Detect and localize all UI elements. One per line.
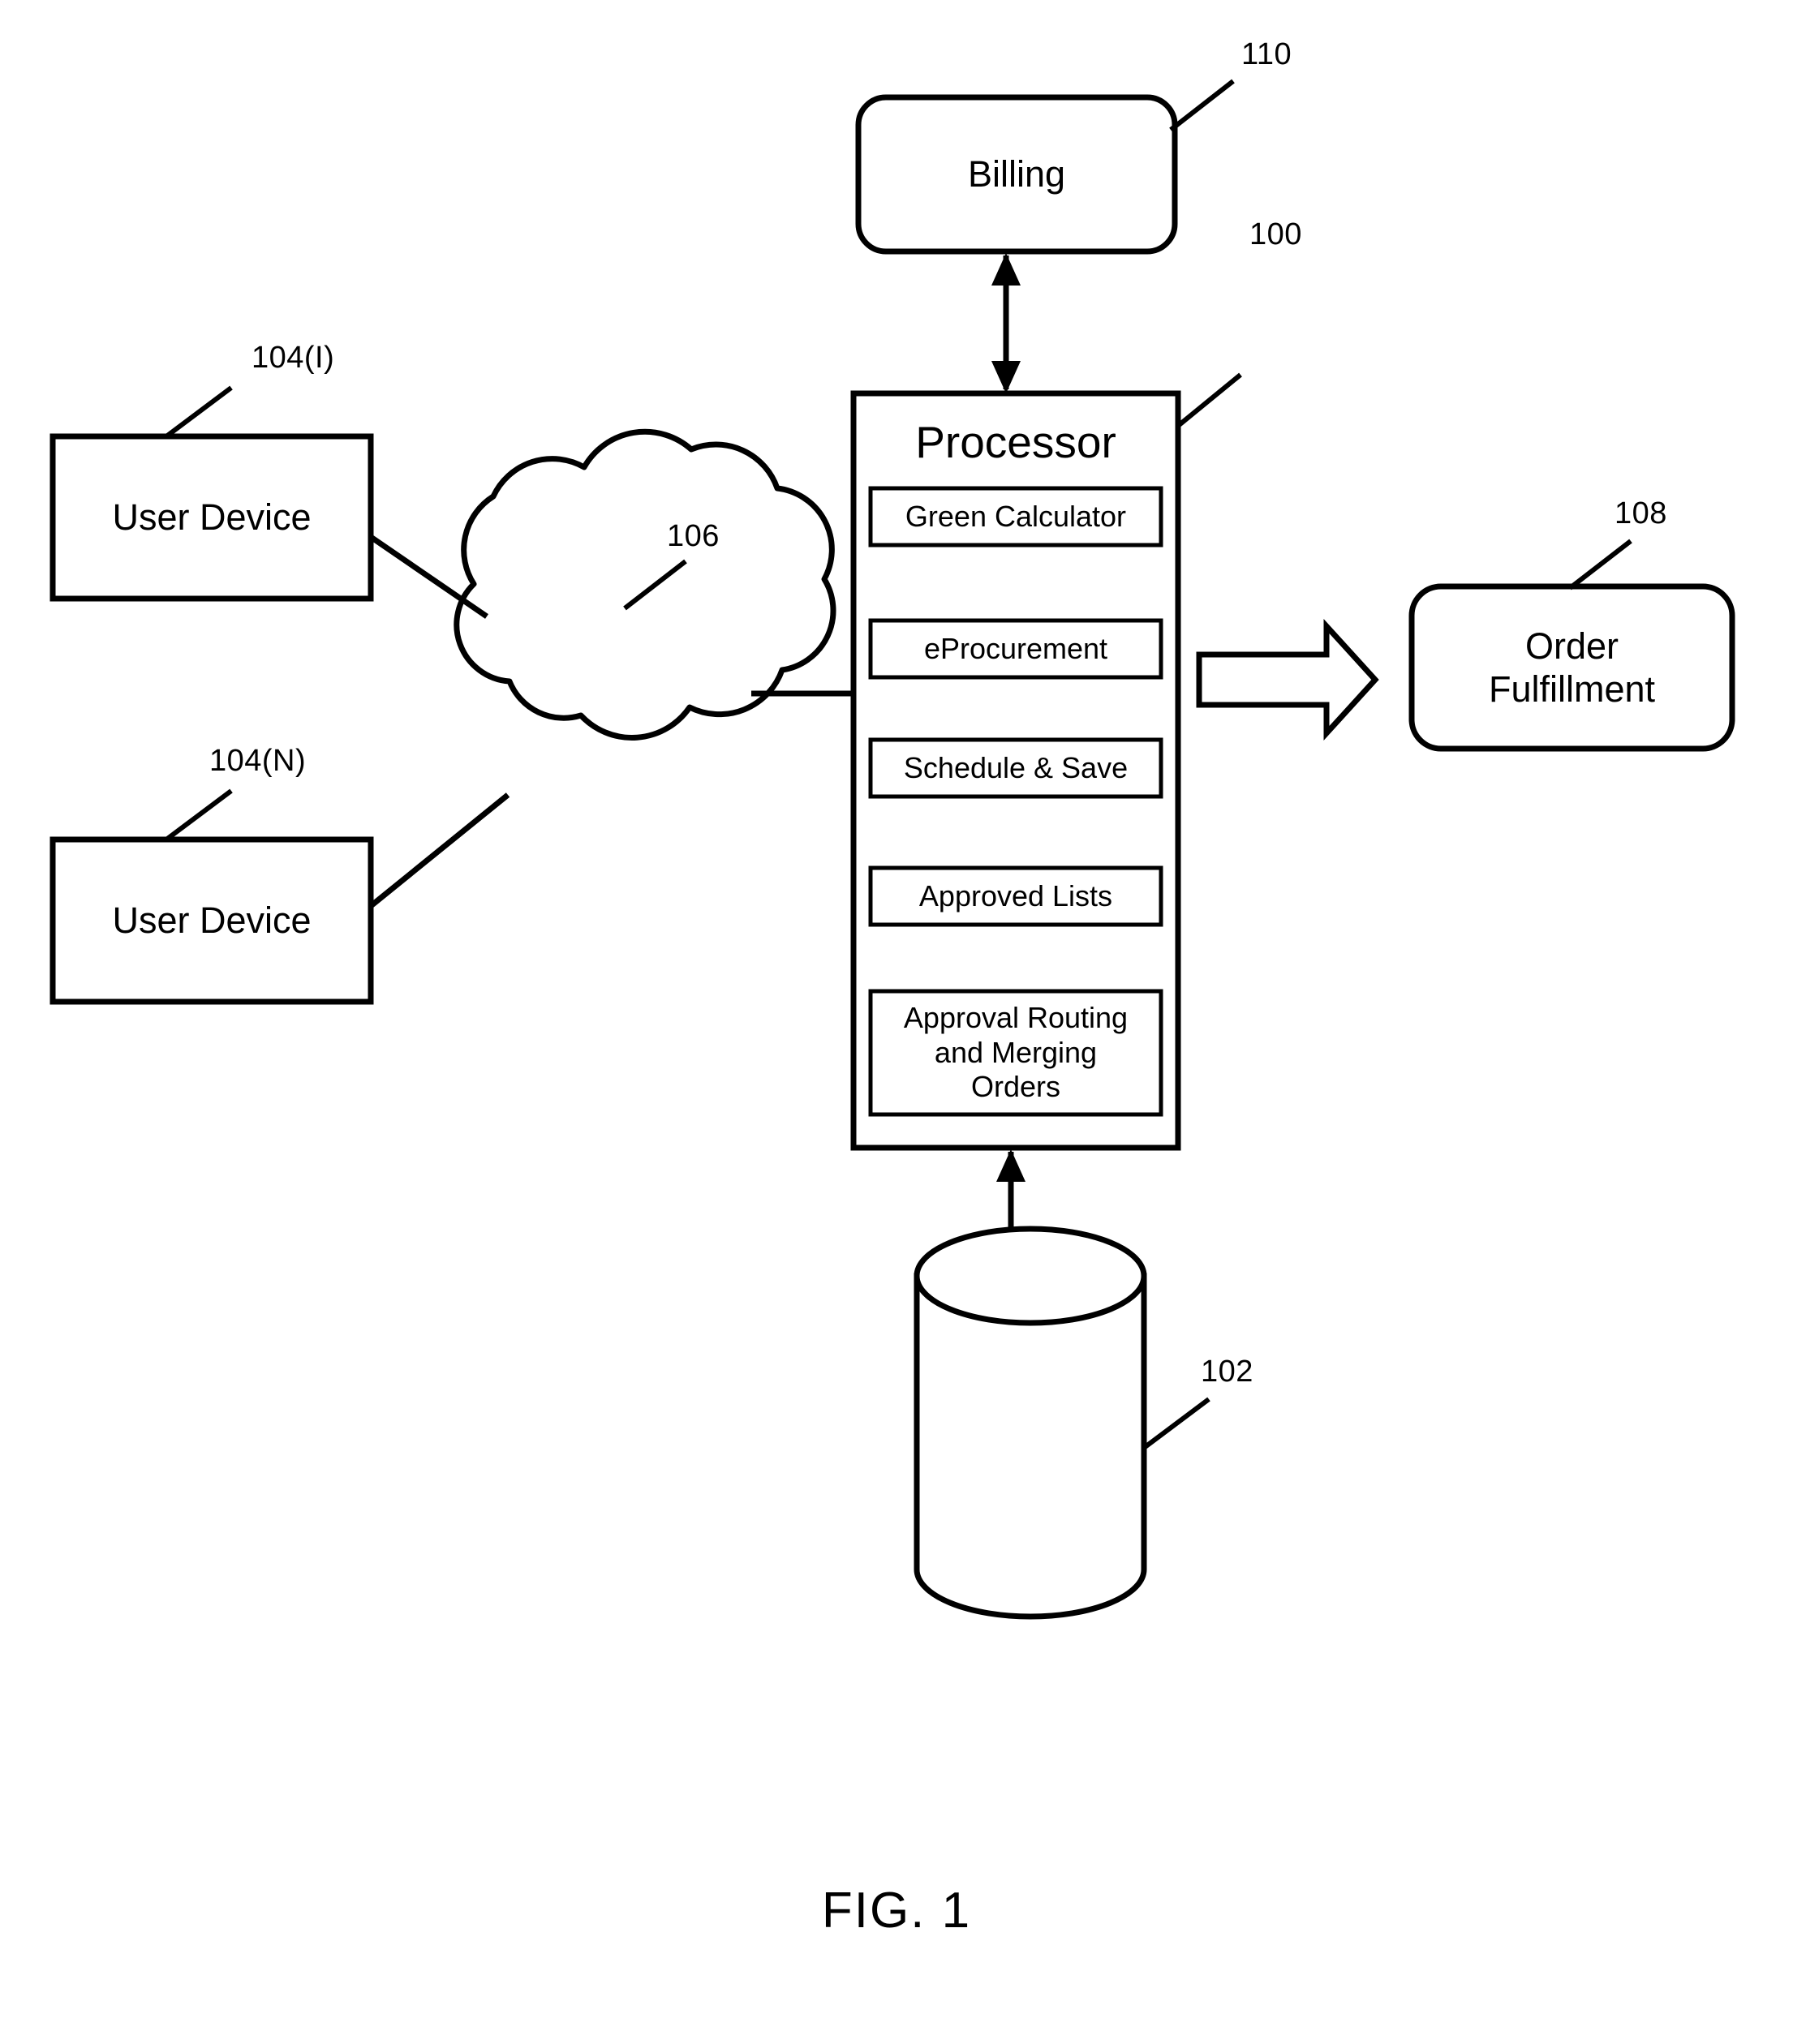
order-fulfillment-label: Order Fulfillment xyxy=(1488,625,1656,710)
ref-num-104-I: 104(I) xyxy=(252,341,335,375)
ref-num-100: 100 xyxy=(1249,217,1302,251)
leader-line-106 xyxy=(623,559,687,611)
module-label-schedule-save: Schedule & Save xyxy=(903,750,1129,784)
billing-label: Billing xyxy=(967,153,1066,195)
figure-caption: FIG. 1 xyxy=(821,1883,972,1939)
leader-line-104-I xyxy=(165,385,233,439)
connector-user-device-1-to-cloud xyxy=(369,535,488,619)
module-label-approval-routing: Approval Routing and Merging Orders xyxy=(903,1001,1129,1104)
ref-num-104-N: 104(N) xyxy=(209,744,307,778)
module-label-approved-lists: Approved Lists xyxy=(918,878,1113,912)
database-cylinder-top xyxy=(914,1226,1147,1326)
module-label-green-calculator: Green Calculator xyxy=(905,499,1127,533)
connector-user-device-n-to-cloud xyxy=(368,792,510,908)
network-cloud-shape[interactable] xyxy=(454,428,836,741)
ref-num-108: 108 xyxy=(1615,496,1667,530)
leader-line-102 xyxy=(1142,1397,1210,1450)
leader-line-100 xyxy=(1176,372,1242,428)
ref-num-102: 102 xyxy=(1201,1355,1253,1389)
arrowhead-up-processor xyxy=(996,1149,1025,1182)
module-label-eprocurement: eProcurement xyxy=(923,631,1108,665)
ref-num-106: 106 xyxy=(667,519,720,553)
block-arrow-to-order-fulfillment xyxy=(1196,618,1379,741)
user-device-1-label: User Device xyxy=(112,496,312,539)
user-device-n-label: User Device xyxy=(112,900,312,942)
arrowhead-down-database xyxy=(996,1245,1025,1278)
arrowhead-down-processor xyxy=(991,361,1021,393)
leader-line-104-N xyxy=(165,788,233,842)
ref-num-110: 110 xyxy=(1241,37,1292,71)
leader-line-108 xyxy=(1568,539,1632,590)
patent-figure-canvas: Billing 110 Processor 100 Green Calculat… xyxy=(0,0,1793,2044)
arrowhead-up-billing xyxy=(991,253,1021,286)
leader-line-110 xyxy=(1169,79,1235,132)
database-cylinder-body[interactable] xyxy=(914,1273,1147,1620)
processor-label: Processor xyxy=(915,416,1116,467)
